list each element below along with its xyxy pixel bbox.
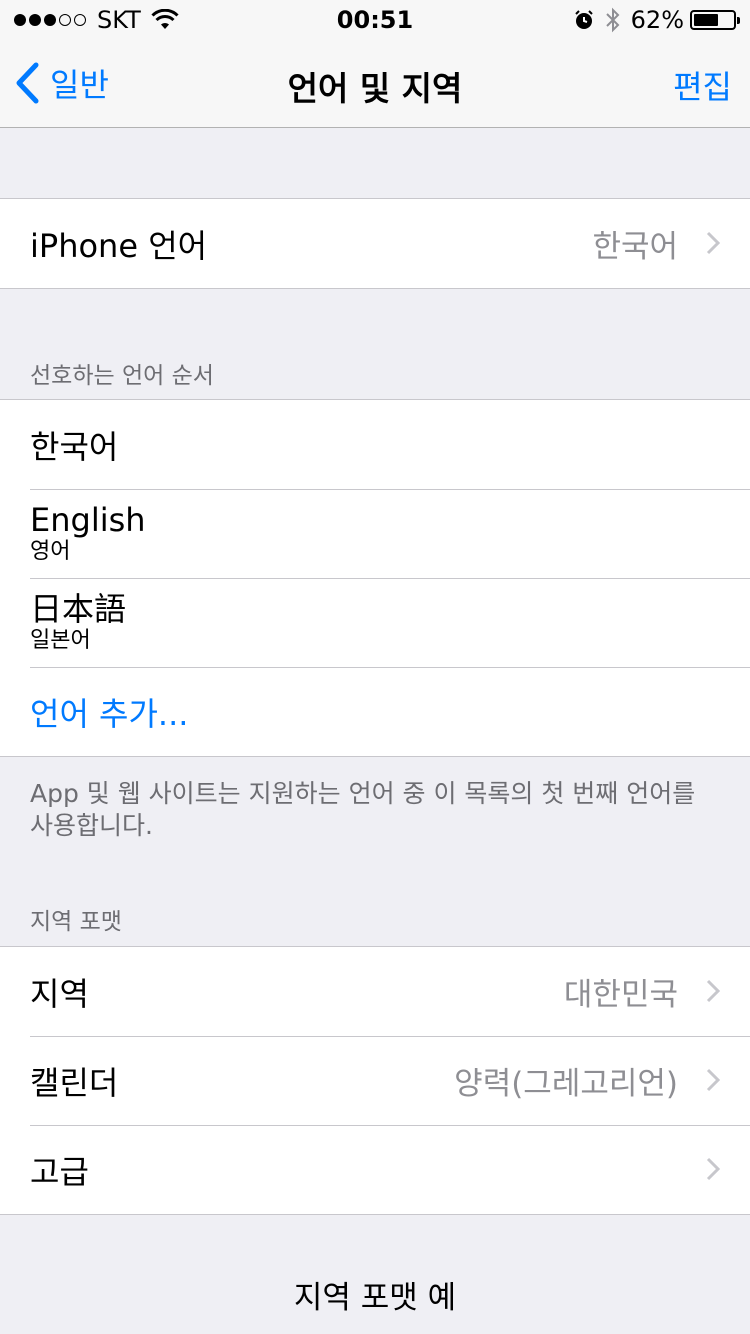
language-label: 한국어 (30, 427, 119, 466)
language-label: 日本語 (30, 589, 127, 628)
chevron-right-icon (706, 979, 720, 1003)
bluetooth-icon (605, 7, 620, 33)
language-label: English (30, 500, 146, 539)
region-format-example-title: 지역 포맷 예 (293, 1280, 457, 1316)
region-cell[interactable]: 지역 대한민국 (0, 947, 750, 1036)
language-sublabel: 영어 (30, 538, 71, 564)
cell-label: iPhone 언어 (30, 226, 208, 265)
chevron-right-icon (706, 1157, 720, 1181)
section-header-preferred: 선호하는 언어 순서 (30, 363, 214, 389)
chevron-right-icon (706, 231, 720, 255)
add-language-label: 언어 추가... (30, 694, 189, 733)
status-bar: SKT 00:51 62% (0, 0, 750, 40)
language-sublabel: 일본어 (30, 627, 91, 653)
preferred-languages-group: 한국어 English 영어 日本語 일본어 언어 추가... (0, 399, 750, 757)
language-item-korean[interactable]: 한국어 (0, 400, 750, 489)
cell-label: 지역 (30, 974, 89, 1013)
cell-label: 고급 (30, 1152, 89, 1191)
advanced-cell[interactable]: 고급 (0, 1125, 750, 1214)
cell-label: 캘린더 (30, 1063, 119, 1102)
section-header-region-format: 지역 포맷 (30, 909, 122, 935)
alarm-icon (574, 10, 593, 29)
region-format-group: 지역 대한민국 캘린더 양력(그레고리언) 고급 (0, 946, 750, 1215)
navigation-bar: 일반 언어 및 지역 편집 (0, 40, 750, 128)
edit-button[interactable]: 편집 (673, 62, 732, 108)
iphone-language-cell[interactable]: iPhone 언어 한국어 (0, 199, 750, 288)
chevron-right-icon (706, 1068, 720, 1092)
battery-tip (737, 17, 740, 24)
add-language-button[interactable]: 언어 추가... (0, 667, 750, 756)
cell-value: 대한민국 (563, 977, 678, 1013)
page-title: 언어 및 지역 (287, 69, 463, 108)
battery-icon (690, 10, 740, 30)
iphone-language-group: iPhone 언어 한국어 (0, 198, 750, 289)
status-right: 62% (573, 6, 740, 34)
language-item-japanese[interactable]: 日本語 일본어 (0, 578, 750, 667)
battery-fill (694, 14, 718, 26)
language-item-english[interactable]: English 영어 (0, 489, 750, 578)
cell-value: 한국어 (592, 229, 678, 265)
cell-value: 양력(그레고리언) (454, 1066, 678, 1102)
section-footer-preferred: App 및 웹 사이트는 지원하는 언어 중 이 목록의 첫 번째 언어를 사용… (30, 779, 696, 840)
battery-percent: 62% (630, 6, 684, 34)
calendar-cell[interactable]: 캘린더 양력(그레고리언) (0, 1036, 750, 1125)
